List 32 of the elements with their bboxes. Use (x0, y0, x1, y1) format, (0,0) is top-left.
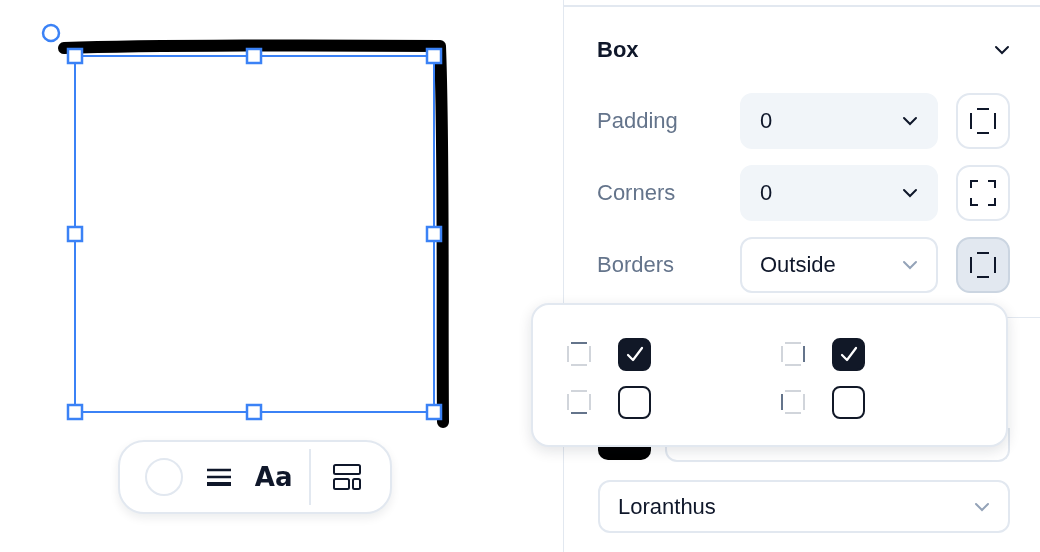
chevron-down-icon (902, 116, 918, 126)
side-toggle-button[interactable] (956, 237, 1010, 293)
side-toggle-button[interactable] (956, 165, 1010, 221)
font-select[interactable]: Loranthus (598, 480, 1010, 533)
value-select[interactable]: Outside (740, 237, 938, 293)
value-select[interactable]: 0 (740, 165, 938, 221)
padding-icon (970, 252, 996, 278)
checkbox[interactable] (618, 337, 651, 371)
padding-icon (970, 108, 996, 134)
side-toggle-button[interactable] (956, 93, 1010, 149)
check-icon (839, 346, 858, 362)
field-label: Corners (597, 180, 677, 206)
border-side-icon (567, 342, 591, 366)
border-side-icon (567, 390, 591, 414)
corners-icon (970, 180, 996, 206)
stroke-width-icon (206, 467, 231, 487)
text-style-button[interactable]: Aa (246, 452, 302, 502)
border-side-icon (781, 390, 805, 414)
chevron-down-icon (902, 260, 918, 270)
field-label: Borders (597, 252, 676, 278)
section-title: Box (597, 37, 639, 63)
checkbox[interactable] (832, 337, 865, 371)
checkbox[interactable] (618, 385, 651, 419)
layout-icon (332, 464, 361, 490)
border-side-icon (781, 342, 805, 366)
chevron-down-icon (902, 188, 918, 198)
field-label: Padding (597, 108, 679, 134)
checkbox[interactable] (832, 385, 865, 419)
value-select[interactable]: 0 (740, 93, 938, 149)
chevron-down-icon (974, 501, 990, 512)
check-icon (625, 346, 644, 362)
chevron-down-icon (994, 45, 1010, 55)
